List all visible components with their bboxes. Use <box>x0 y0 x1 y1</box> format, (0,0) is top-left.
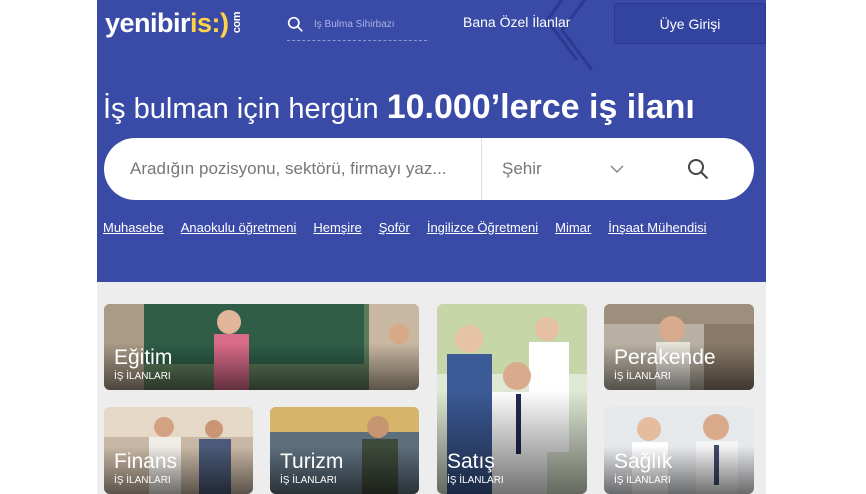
hero-headline: İş bulman için hergün 10.000’lerce iş il… <box>103 88 695 127</box>
card-label: Turizm İŞ İLANLARI <box>280 450 344 487</box>
quick-link-mimar[interactable]: Mimar <box>555 220 591 235</box>
card-title: Sağlık <box>614 450 673 473</box>
card-title: Finans <box>114 450 178 473</box>
card-subtitle: İŞ İLANLARI <box>614 371 671 382</box>
card-label: Sağlık İŞ İLANLARI <box>614 450 673 487</box>
category-card-perakende[interactable]: Perakende İŞ İLANLARI <box>604 304 754 390</box>
quick-link-sofor[interactable]: Şoför <box>379 220 410 235</box>
category-card-turizm[interactable]: Turizm İŞ İLANLARI <box>270 407 419 494</box>
job-wizard-input[interactable] <box>314 18 424 30</box>
card-subtitle: İŞ İLANLARI <box>280 475 337 486</box>
card-subtitle: İŞ İLANLARI <box>114 371 171 382</box>
card-title: Turizm <box>280 450 344 473</box>
main-search-bar: Aradığın pozisyonu, sektörü, firmayı yaz… <box>104 138 754 200</box>
card-title: Perakende <box>614 346 716 369</box>
card-title: Satış <box>447 450 495 473</box>
search-button[interactable] <box>642 158 754 180</box>
headline-highlight: 10.000’lerce iş ilanı <box>386 88 695 126</box>
card-subtitle: İŞ İLANLARI <box>447 475 504 486</box>
quick-link-anaokulu[interactable]: Anaokulu öğretmeni <box>181 220 297 235</box>
category-card-saglik[interactable]: Sağlık İŞ İLANLARI <box>604 407 754 494</box>
card-subtitle: İŞ İLANLARI <box>614 475 671 486</box>
city-select[interactable]: Şehir <box>482 159 642 179</box>
logo-main: yenibir <box>105 7 191 38</box>
card-label: Satış İŞ İLANLARI <box>447 450 504 487</box>
search-icon <box>287 16 303 32</box>
quick-link-muhasebe[interactable]: Muhasebe <box>103 220 164 235</box>
site: yenibiris:)com Bana Özel İlanlar Üye Gir… <box>97 0 766 494</box>
card-label: Perakende İŞ İLANLARI <box>614 346 716 383</box>
quick-link-insaat[interactable]: İnşaat Mühendisi <box>608 220 706 235</box>
site-logo[interactable]: yenibir is:) com <box>105 6 243 40</box>
nav-personal-listings[interactable]: Bana Özel İlanlar <box>463 14 570 30</box>
card-title: Eğitim <box>114 346 173 369</box>
position-search-input[interactable]: Aradığın pozisyonu, sektörü, firmayı yaz… <box>104 138 482 200</box>
quick-links: Muhasebe Anaokulu öğretmeni Hemşire Şofö… <box>103 220 724 235</box>
quick-link-hemsire[interactable]: Hemşire <box>313 220 361 235</box>
hero-section: yenibiris:)com Bana Özel İlanlar Üye Gir… <box>97 0 766 282</box>
city-select-label: Şehir <box>502 159 542 178</box>
login-button[interactable]: Üye Girişi <box>614 3 766 44</box>
card-subtitle: İŞ İLANLARI <box>114 475 171 486</box>
category-card-satis[interactable]: Satış İŞ İLANLARI <box>437 304 587 494</box>
decorative-chevron-icon <box>545 0 594 71</box>
card-label: Eğitim İŞ İLANLARI <box>114 346 173 383</box>
chevron-down-icon <box>610 165 624 174</box>
logo-suffix: com <box>230 12 243 34</box>
search-icon <box>688 159 709 180</box>
quick-link-ingilizce[interactable]: İngilizce Öğretmeni <box>427 220 538 235</box>
job-wizard-search[interactable] <box>287 8 427 41</box>
category-card-finans[interactable]: Finans İŞ İLANLARI <box>104 407 253 494</box>
card-label: Finans İŞ İLANLARI <box>114 450 178 487</box>
category-card-egitim[interactable]: Eğitim İŞ İLANLARI <box>104 304 419 390</box>
headline-prefix: İş bulman için hergün <box>103 93 379 125</box>
logo-accent: is:) <box>190 7 229 38</box>
